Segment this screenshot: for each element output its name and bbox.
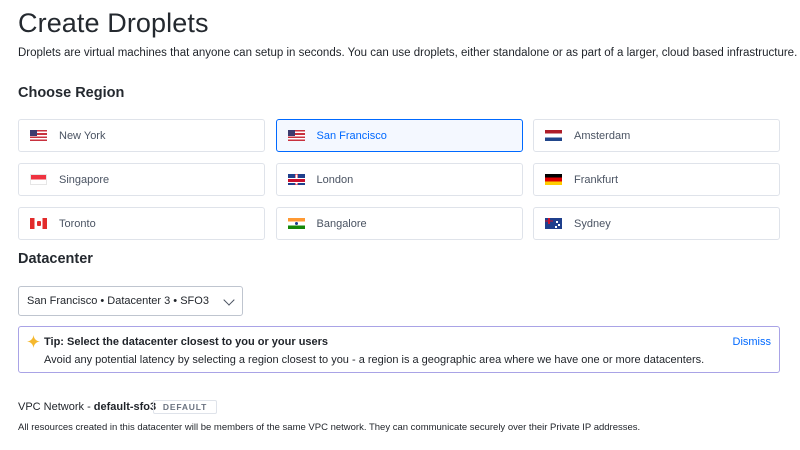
datacenter-select[interactable]: San Francisco • Datacenter 3 • SFO3: [18, 286, 243, 316]
germany-flag-icon: [545, 174, 562, 185]
region-label: Frankfurt: [574, 173, 619, 186]
region-label: Bangalore: [316, 217, 367, 230]
region-label: New York: [59, 129, 106, 142]
uk-flag-icon: [287, 174, 305, 185]
vpc-network-label: VPC Network - default-sfo3: [18, 401, 156, 413]
vpc-network-name: default-sfo3: [93, 401, 157, 413]
page-title: Create Droplets: [18, 8, 209, 38]
india-flag-icon: [287, 218, 305, 229]
region-option-amsterdam[interactable]: Amsterdam: [533, 119, 780, 152]
datacenter-heading: Datacenter: [18, 251, 93, 267]
region-option-sydney[interactable]: Sydney: [533, 207, 780, 240]
us-flag-icon: [30, 130, 47, 141]
region-option-london[interactable]: London: [275, 163, 523, 196]
tip-title: Tip: Select the datacenter closest to yo…: [44, 336, 329, 348]
tip-body: Avoid any potential latency by selecting…: [44, 354, 705, 366]
region-label: Amsterdam: [574, 129, 631, 142]
vpc-description: All resources created in this datacenter…: [18, 422, 641, 433]
region-label: San Francisco: [316, 129, 387, 142]
region-grid: New York San Francisco Amsterdam Singapo…: [18, 119, 780, 240]
region-option-frankfurt[interactable]: Frankfurt: [533, 163, 780, 196]
australia-flag-icon: [545, 218, 562, 229]
region-option-toronto[interactable]: Toronto: [18, 207, 265, 240]
singapore-flag-icon: [30, 174, 47, 185]
canada-flag-icon: [30, 218, 47, 229]
chevron-down-icon: [223, 294, 235, 306]
region-label: Toronto: [59, 217, 96, 230]
netherlands-flag-icon: [545, 130, 562, 141]
vpc-label-prefix: VPC Network -: [18, 401, 94, 413]
tip-banner: Tip: Select the datacenter closest to yo…: [18, 326, 780, 373]
region-option-bangalore[interactable]: Bangalore: [275, 207, 523, 240]
region-option-singapore[interactable]: Singapore: [18, 163, 265, 196]
region-label: Sydney: [574, 217, 611, 230]
choose-region-heading: Choose Region: [18, 85, 125, 101]
default-badge: DEFAULT: [153, 400, 217, 414]
page-description: Droplets are virtual machines that anyon…: [18, 47, 798, 59]
region-label: Singapore: [59, 173, 110, 186]
datacenter-select-value: San Francisco • Datacenter 3 • SFO3: [27, 295, 209, 307]
us-flag-icon: [287, 130, 305, 141]
sparkle-icon: [27, 335, 40, 348]
dismiss-link[interactable]: Dismiss: [733, 336, 772, 348]
region-option-san-francisco[interactable]: San Francisco: [275, 119, 523, 152]
region-label: London: [316, 173, 354, 186]
region-option-new-york[interactable]: New York: [18, 119, 265, 152]
